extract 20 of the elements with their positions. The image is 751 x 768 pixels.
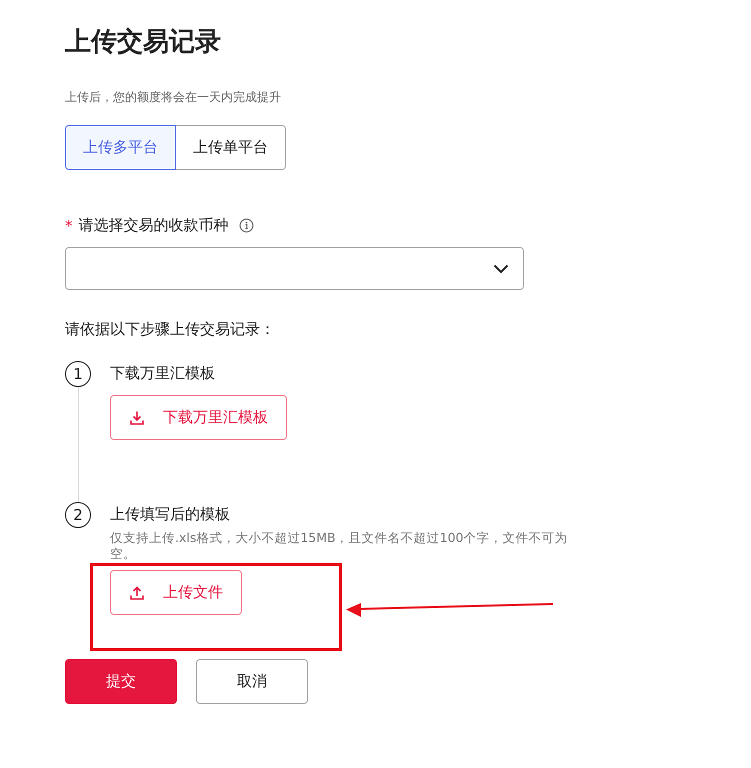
outline-button[interactable]: 上传文件: [110, 570, 242, 615]
field-label: 请选择交易的收款币种: [78, 216, 228, 235]
submit-button[interactable]: 提交: [65, 659, 177, 704]
page-title: 上传交易记录: [65, 26, 222, 59]
required-mark: *: [65, 216, 72, 234]
step-hint: 仅支持上传.xls格式，大小不超过15MB，且文件名不超过100个字，文件不可为空。: [110, 530, 568, 562]
step-number: 2: [65, 502, 91, 528]
cancel-button[interactable]: 取消: [196, 659, 308, 704]
step-number: 1: [65, 361, 91, 387]
instructions: 请依据以下步骤上传交易记录：: [65, 320, 276, 339]
step-title: 上传填写后的模板: [110, 504, 231, 525]
tab[interactable]: 上传单平台: [176, 125, 286, 170]
outline-button[interactable]: 下载万里汇模板: [110, 395, 287, 440]
tab[interactable]: 上传多平台: [65, 125, 176, 170]
subtitle: 上传后，您的额度将会在一天内完成提升: [65, 89, 282, 105]
step-title: 下载万里汇模板: [110, 363, 216, 384]
chevron-down-icon: [493, 264, 509, 274]
info-icon[interactable]: [238, 218, 254, 233]
upload-icon: [129, 584, 145, 600]
download-icon: [129, 410, 145, 426]
